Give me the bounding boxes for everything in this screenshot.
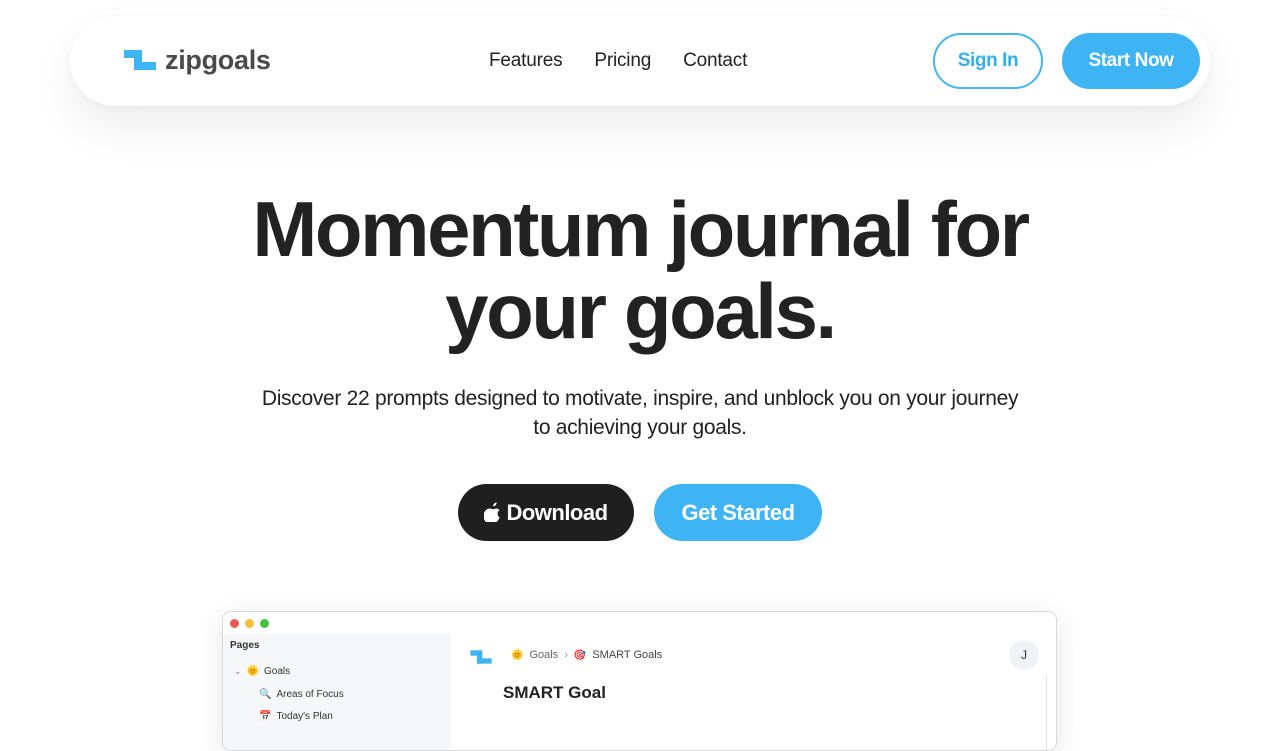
hero-subtitle-line-2: to achieving your goals.: [533, 416, 747, 439]
sun-icon: 🌞: [511, 649, 524, 661]
user-avatar[interactable]: J: [1009, 640, 1039, 670]
sidebar-item-areas-of-focus[interactable]: 🔍 Areas of Focus: [259, 689, 344, 700]
apple-icon: [484, 501, 501, 522]
sun-icon: 🌞: [246, 666, 259, 677]
zipgoals-logo-icon[interactable]: [470, 649, 492, 665]
chevron-right-icon: ›: [564, 649, 568, 661]
get-started-button[interactable]: Get Started: [654, 484, 822, 541]
nav-link-contact[interactable]: Contact: [683, 49, 747, 73]
zipgoals-logo-icon: [124, 50, 156, 70]
app-sidebar: Pages ⌄ 🌞 Goals 🔍 Areas of Focus 📅 Today…: [223, 634, 451, 750]
chevron-down-icon[interactable]: ⌄: [234, 666, 242, 677]
start-now-button[interactable]: Start Now: [1062, 33, 1200, 89]
top-navbar: zipgoals Features Pricing Contact Sign I…: [70, 16, 1210, 106]
nav-link-pricing[interactable]: Pricing: [594, 49, 651, 73]
app-main-pane: 🌞 Goals › 🎯 SMART Goals J SMART Goal: [451, 634, 1056, 750]
download-button[interactable]: Download: [458, 484, 634, 541]
hero-title: Momentum journal for your goals.: [0, 188, 1280, 352]
brand-name: zipgoals: [165, 45, 271, 75]
breadcrumb-smart-goals[interactable]: SMART Goals: [592, 649, 662, 661]
app-preview-window: Pages ⌄ 🌞 Goals 🔍 Areas of Focus 📅 Today…: [222, 611, 1057, 751]
scrollbar-track[interactable]: [1046, 676, 1047, 750]
sidebar-item-goals[interactable]: ⌄ 🌞 Goals: [234, 666, 290, 677]
window-titlebar: [223, 612, 1056, 634]
magnifier-icon: 🔍: [259, 689, 272, 700]
sidebar-item-todays-plan[interactable]: 📅 Today's Plan: [259, 711, 333, 722]
calendar-icon: 📅: [259, 711, 272, 722]
breadcrumb: 🌞 Goals › 🎯 SMART Goals: [511, 649, 662, 661]
minimize-window-dot[interactable]: [245, 619, 254, 628]
target-icon: 🎯: [573, 649, 587, 661]
close-window-dot[interactable]: [230, 619, 239, 628]
sidebar-heading: Pages: [230, 640, 260, 651]
breadcrumb-goals[interactable]: Goals: [529, 649, 558, 661]
document-title: SMART Goal: [503, 683, 606, 702]
sidebar-item-label: Areas of Focus: [276, 689, 344, 700]
hero-title-line-1: Momentum journal for: [252, 185, 1030, 273]
nav-link-features[interactable]: Features: [489, 49, 563, 73]
sidebar-item-label: Today's Plan: [276, 711, 333, 722]
sidebar-item-label: Goals: [264, 666, 291, 677]
main-nav: Features Pricing Contact: [489, 49, 747, 73]
sign-in-button[interactable]: Sign In: [933, 33, 1043, 89]
download-button-label: Download: [506, 499, 608, 525]
hero-subtitle-line-1: Discover 22 prompts designed to motivate…: [261, 387, 1019, 410]
maximize-window-dot[interactable]: [260, 619, 269, 628]
hero-subtitle: Discover 22 prompts designed to motivate…: [0, 384, 1280, 442]
brand-logo-link[interactable]: zipgoals: [124, 46, 271, 74]
hero-title-line-2: your goals.: [445, 267, 837, 355]
hero-cta-row: Download Get Started: [458, 484, 822, 541]
